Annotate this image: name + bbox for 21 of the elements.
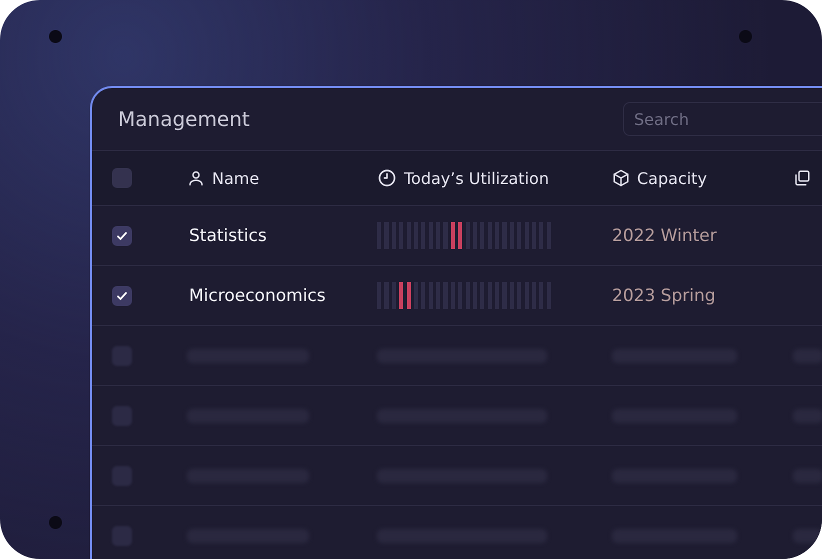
screw-hole [739,30,752,43]
clock-icon [377,168,397,188]
screw-hole [49,516,62,529]
column-header: Name [212,168,260,188]
column-header: Today’s Utilization [404,168,549,188]
check-icon [116,290,128,302]
copy-icon [793,169,811,187]
checkbox[interactable] [112,226,132,246]
screw-hole [49,30,62,43]
cube-icon [612,169,630,187]
column-header: Capacity [637,168,707,188]
capacity-term: 2023 Spring [612,286,717,306]
search-field[interactable]: Search [623,102,822,136]
capacity-term: 2022 Winter [612,226,718,246]
panel-title: Management [118,107,251,131]
course-name: Microeconomics [188,286,327,306]
checkbox[interactable] [112,286,132,306]
user-icon [187,169,205,187]
checkbox[interactable] [112,168,132,188]
check-icon [116,230,128,242]
course-name: Statistics [188,226,268,246]
